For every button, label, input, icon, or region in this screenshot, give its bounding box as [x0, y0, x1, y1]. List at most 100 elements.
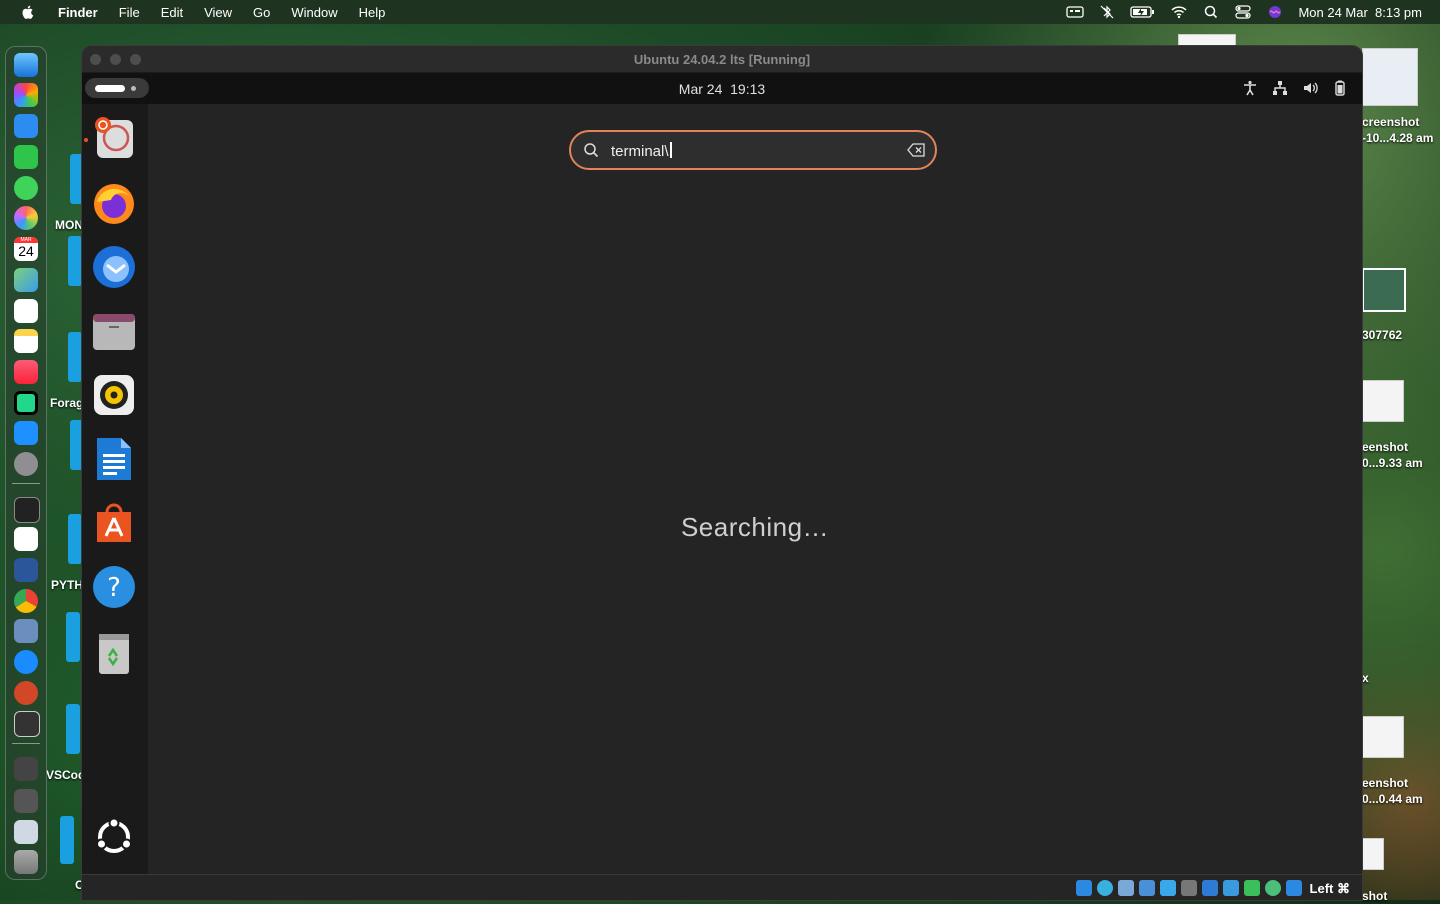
- menu-window[interactable]: Window: [291, 5, 337, 20]
- network-wired-icon[interactable]: [1272, 80, 1288, 96]
- desktop-screenshot-thumbnail[interactable]: [1362, 48, 1418, 106]
- menu-app-name[interactable]: Finder: [58, 5, 98, 20]
- accessibility-icon[interactable]: [1242, 80, 1258, 96]
- system-settings-icon[interactable]: [14, 452, 38, 476]
- hard-disk-icon[interactable]: [1076, 880, 1092, 896]
- ubuntu-installer-icon[interactable]: [91, 116, 137, 162]
- ubuntu-clock[interactable]: Mar 24 19:13: [82, 81, 1362, 97]
- app-center-icon[interactable]: [91, 500, 137, 546]
- facetime-icon[interactable]: [14, 145, 38, 169]
- search-icon: [584, 143, 599, 158]
- trash-icon[interactable]: [91, 630, 137, 676]
- notes-icon[interactable]: [14, 329, 38, 353]
- desktop-folder[interactable]: [60, 816, 74, 864]
- safari-icon[interactable]: [14, 650, 38, 674]
- svg-text:?: ?: [107, 573, 121, 603]
- dock-separator: [12, 483, 40, 484]
- menubar-clock[interactable]: Mon 24 Mar 8:13 pm: [1298, 5, 1422, 20]
- optical-drive-icon[interactable]: [1097, 880, 1113, 896]
- music-icon[interactable]: [14, 360, 38, 384]
- desktop-screenshot-thumbnail[interactable]: [1362, 716, 1404, 758]
- network-icon[interactable]: [1139, 880, 1155, 896]
- menu-help[interactable]: Help: [359, 5, 386, 20]
- app-store-icon[interactable]: [14, 421, 38, 445]
- reminders-icon[interactable]: [14, 299, 38, 323]
- thunderbird-icon[interactable]: [91, 244, 137, 290]
- desktop-screenshot-thumbnail[interactable]: [1178, 34, 1236, 46]
- libreoffice-writer-icon[interactable]: [91, 436, 137, 482]
- mouse-integration-icon[interactable]: [1286, 880, 1302, 896]
- trash-icon[interactable]: [14, 850, 38, 874]
- vm-status-bar: Left ⌘: [82, 874, 1362, 900]
- rhythmbox-icon[interactable]: [91, 372, 137, 418]
- desktop-folder[interactable]: [66, 612, 80, 662]
- vm-window-title: Ubuntu 24.04.2 lts [Running]: [633, 52, 811, 67]
- show-apps-icon[interactable]: [91, 814, 137, 860]
- calendar-icon[interactable]: MAR 24: [14, 237, 38, 261]
- spotlight-search-icon[interactable]: [1202, 5, 1220, 19]
- launchpad-icon[interactable]: [14, 83, 38, 107]
- host-key-label: Left ⌘: [1309, 881, 1350, 896]
- recording-icon[interactable]: [1223, 880, 1239, 896]
- battery-icon[interactable]: [1332, 80, 1348, 96]
- desktop-file-label: shot: [1362, 889, 1388, 903]
- terminal-icon[interactable]: [14, 497, 40, 523]
- virtualbox-icon[interactable]: [14, 619, 38, 643]
- guest-additions-icon[interactable]: [1265, 880, 1281, 896]
- firefox-icon[interactable]: [91, 180, 137, 226]
- chrome-icon[interactable]: [14, 589, 38, 613]
- recent-document-icon[interactable]: [14, 820, 38, 844]
- usb-icon[interactable]: [1160, 880, 1176, 896]
- desktop-file-label: 307762: [1362, 328, 1403, 342]
- search-field[interactable]: terminal\: [569, 130, 937, 170]
- finder-icon[interactable]: [14, 53, 38, 77]
- input-source-icon[interactable]: [1066, 5, 1085, 19]
- maps-icon[interactable]: [14, 268, 38, 292]
- recent-document-icon[interactable]: [14, 757, 38, 781]
- desktop-folder[interactable]: [68, 514, 82, 564]
- help-icon[interactable]: ?: [91, 564, 137, 610]
- mail-icon[interactable]: [14, 114, 38, 138]
- mac-dock: MAR 24: [5, 46, 47, 880]
- desktop-file-label: 0...0.44 am: [1362, 792, 1423, 806]
- pycharm-icon[interactable]: [14, 391, 38, 415]
- audio-icon[interactable]: [1118, 880, 1134, 896]
- vscode-icon[interactable]: [14, 527, 38, 551]
- messages-icon[interactable]: [14, 176, 38, 200]
- desktop-screenshot-thumbnail[interactable]: [1362, 838, 1384, 870]
- activities-overview: terminal\ Searching…: [148, 104, 1362, 874]
- menu-view[interactable]: View: [204, 5, 232, 20]
- shared-folders-icon[interactable]: [1181, 880, 1197, 896]
- cpu-icon[interactable]: [1244, 880, 1260, 896]
- display-icon[interactable]: [1202, 880, 1218, 896]
- desktop-folder-label: Forag: [50, 396, 84, 410]
- clear-search-icon[interactable]: [907, 143, 925, 157]
- battery-icon[interactable]: [1130, 5, 1156, 19]
- wifi-icon[interactable]: [1170, 5, 1188, 19]
- word-icon[interactable]: [14, 558, 38, 582]
- menu-file[interactable]: File: [119, 5, 140, 20]
- menu-edit[interactable]: Edit: [161, 5, 183, 20]
- control-center-icon[interactable]: [1234, 5, 1252, 19]
- searching-status: Searching…: [680, 512, 830, 542]
- volume-icon[interactable]: [1302, 80, 1318, 96]
- desktop-image-thumbnail[interactable]: [1362, 268, 1406, 312]
- vm-titlebar[interactable]: Ubuntu 24.04.2 lts [Running]: [82, 46, 1362, 73]
- desktop-folder[interactable]: [68, 236, 82, 286]
- search-input[interactable]: terminal\: [611, 143, 669, 160]
- desktop-folder-label: PYTH: [51, 578, 84, 592]
- files-icon[interactable]: [91, 308, 137, 354]
- desktop-screenshot-thumbnail[interactable]: [1362, 380, 1404, 422]
- siri-icon[interactable]: [1266, 5, 1284, 19]
- powerpoint-icon[interactable]: [14, 681, 38, 705]
- recent-document-icon[interactable]: [14, 789, 38, 813]
- calendar-day: 24: [18, 243, 34, 259]
- desktop-folder-label: MON: [55, 218, 83, 232]
- apple-icon[interactable]: [20, 4, 36, 20]
- desktop-folder[interactable]: [66, 704, 80, 754]
- menu-go[interactable]: Go: [253, 5, 270, 20]
- screenshot-app-icon[interactable]: [14, 711, 40, 737]
- bluetooth-off-icon[interactable]: [1098, 5, 1116, 19]
- desktop-folder[interactable]: [68, 332, 82, 382]
- photos-icon[interactable]: [14, 206, 38, 230]
